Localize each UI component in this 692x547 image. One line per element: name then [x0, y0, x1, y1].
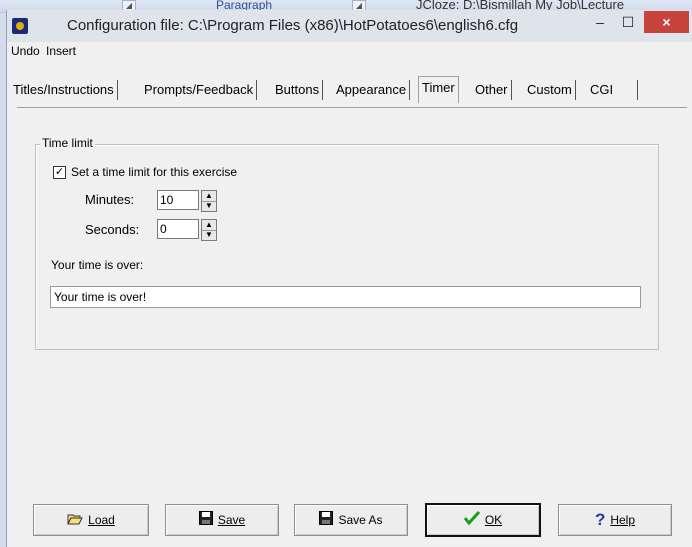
- help-label: Help: [610, 513, 636, 527]
- load-button[interactable]: Load: [33, 504, 149, 536]
- title-bar[interactable]: Configuration file: C:\Program Files (x8…: [7, 10, 692, 42]
- window-title: Configuration file: C:\Program Files (x8…: [67, 17, 519, 34]
- minutes-input[interactable]: [157, 190, 199, 210]
- config-dialog: Configuration file: C:\Program Files (x8…: [6, 10, 692, 547]
- floppy-disk-icon: [198, 505, 213, 535]
- time-limit-group-label: Time limit: [40, 136, 95, 150]
- seconds-stepper: ▲ ▼: [157, 219, 217, 241]
- seconds-input[interactable]: [157, 219, 199, 239]
- tab-timer[interactable]: Timer: [418, 76, 459, 103]
- folder-open-icon: [67, 505, 83, 535]
- menu-insert[interactable]: Insert: [46, 44, 76, 58]
- minutes-stepper: ▲ ▼: [157, 190, 217, 212]
- floppy-disk-pencil-icon: [319, 505, 334, 535]
- ok-label: OK: [484, 513, 503, 527]
- tab-cgi[interactable]: CGI: [587, 80, 638, 100]
- tab-panel-border: [17, 107, 687, 108]
- tab-prompts-feedback[interactable]: Prompts/Feedback: [141, 80, 258, 100]
- save-as-label: Save As: [338, 513, 383, 527]
- dialog-button-bar: Load Save Save As OK ? Help: [7, 503, 692, 547]
- minutes-spin-buttons: ▲ ▼: [201, 190, 217, 212]
- help-button[interactable]: ? Help: [558, 504, 672, 536]
- seconds-label: Seconds:: [85, 222, 140, 237]
- seconds-down-arrow-icon[interactable]: ▼: [202, 230, 216, 240]
- tab-other[interactable]: Other: [472, 80, 512, 100]
- load-label: Load: [88, 513, 115, 527]
- tab-appearance[interactable]: Appearance: [333, 80, 411, 100]
- save-label: Save: [217, 513, 246, 527]
- time-limit-checkbox[interactable]: ✓: [53, 166, 66, 179]
- time-over-message-input[interactable]: [50, 286, 641, 308]
- minutes-label: Minutes:: [85, 192, 135, 207]
- green-checkmark-icon: [463, 505, 480, 535]
- save-button[interactable]: Save: [165, 504, 279, 536]
- seconds-spin-buttons: ▲ ▼: [201, 219, 217, 241]
- tab-custom[interactable]: Custom: [524, 80, 576, 100]
- ok-button[interactable]: OK: [425, 503, 541, 537]
- close-button[interactable]: ×: [644, 11, 689, 33]
- blue-question-mark-icon: ?: [594, 510, 606, 529]
- tab-buttons[interactable]: Buttons: [272, 80, 324, 100]
- time-limit-checkbox-label[interactable]: Set a time limit for this exercise: [71, 165, 237, 179]
- minutes-down-arrow-icon[interactable]: ▼: [202, 201, 216, 211]
- tab-titles-instructions[interactable]: Titles/Instructions: [10, 80, 118, 100]
- time-over-label: Your time is over:: [51, 258, 144, 272]
- save-as-button[interactable]: Save As: [294, 504, 408, 536]
- hot-potatoes-icon: [12, 18, 28, 34]
- minimize-button[interactable]: –: [587, 11, 613, 33]
- menu-bar: Undo Insert: [7, 42, 692, 62]
- maximize-button[interactable]: ☐: [615, 11, 641, 33]
- menu-undo[interactable]: Undo: [11, 44, 40, 58]
